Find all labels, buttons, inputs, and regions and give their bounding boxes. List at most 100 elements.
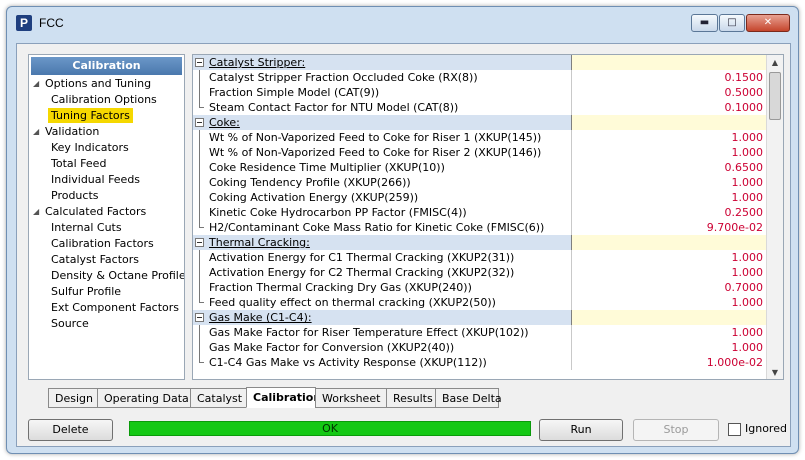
nav-item[interactable]: ◢ Options and Tuning	[29, 76, 184, 92]
tree-line	[199, 205, 200, 220]
parameter-value[interactable]: 0.5000	[571, 85, 767, 100]
grid-row: Gas Make Factor for Conversion (XKUP2(40…	[193, 340, 783, 355]
nav-item[interactable]: Internal Cuts	[29, 220, 184, 236]
expand-arrow-icon[interactable]: ◢	[33, 204, 39, 220]
parameter-label: C1-C4 Gas Make vs Activity Response (XKU…	[209, 356, 487, 369]
nav-item[interactable]: Sulfur Profile	[29, 284, 184, 300]
parameter-value[interactable]: 1.000	[571, 340, 767, 355]
parameter-value[interactable]: 1.000	[571, 145, 767, 160]
minimize-button[interactable]: ▬	[691, 14, 718, 32]
tab-worksheet[interactable]: Worksheet	[315, 388, 387, 408]
nav-item[interactable]: Calibration Factors	[29, 236, 184, 252]
tab-operating-data[interactable]: Operating Data	[97, 388, 191, 408]
nav-item[interactable]: ◢ Calculated Factors	[29, 204, 184, 220]
ignored-checkbox[interactable]	[728, 423, 741, 436]
delete-button[interactable]: Delete	[28, 419, 113, 441]
title-bar[interactable]: P FCC ▬ □ ✕	[7, 7, 798, 39]
parameter-label: Steam Contact Factor for NTU Model (CAT(…	[209, 101, 459, 114]
parameter-value[interactable]: 1.000	[571, 265, 767, 280]
grid-row: Gas Make Factor for Riser Temperature Ef…	[193, 325, 783, 340]
nav-item-label: Source	[51, 317, 89, 330]
collapse-icon[interactable]	[195, 313, 204, 322]
scroll-thumb[interactable]	[769, 72, 781, 120]
window-title: FCC	[39, 16, 64, 30]
parameter-value[interactable]: 1.000	[571, 295, 767, 310]
tab-results[interactable]: Results	[386, 388, 436, 408]
nav-item[interactable]: Calibration Options	[29, 92, 184, 108]
tree-line	[199, 340, 200, 355]
nav-item[interactable]: Products	[29, 188, 184, 204]
tab-calibration[interactable]: Calibration	[246, 387, 321, 408]
expand-arrow-icon[interactable]: ◢	[33, 76, 39, 92]
nav-item[interactable]: Density & Octane Profiles	[29, 268, 184, 284]
nav-item[interactable]: ◢ Validation	[29, 124, 184, 140]
parameter-value[interactable]: 1.000	[571, 175, 767, 190]
section-header[interactable]: Catalyst Stripper:	[193, 55, 783, 70]
section-header[interactable]: Thermal Cracking:	[193, 235, 783, 250]
nav-item[interactable]: Source	[29, 316, 184, 332]
nav-item-label: Internal Cuts	[51, 221, 122, 234]
tree-line	[199, 160, 200, 175]
nav-item[interactable]: Tuning Factors	[29, 108, 184, 124]
nav-item[interactable]: Catalyst Factors	[29, 252, 184, 268]
grid-row: Steam Contact Factor for NTU Model (CAT(…	[193, 100, 783, 115]
parameter-value[interactable]: 0.7000	[571, 280, 767, 295]
parameter-label: H2/Contaminant Coke Mass Ratio for Kinet…	[209, 221, 545, 234]
parameter-value[interactable]: 0.1000	[571, 100, 767, 115]
parameter-value[interactable]: 0.1500	[571, 70, 767, 85]
run-button[interactable]: Run	[539, 419, 623, 441]
fcc-window: P FCC ▬ □ ✕ Calibration ◢ Options and Tun…	[6, 6, 799, 454]
nav-item-label: Individual Feeds	[51, 173, 141, 186]
parameter-label: Coking Activation Energy (XKUP(259))	[209, 191, 419, 204]
expand-arrow-icon[interactable]: ◢	[33, 124, 39, 140]
nav-item[interactable]: Key Indicators	[29, 140, 184, 156]
section-title: Gas Make (C1-C4):	[209, 311, 312, 324]
tree-line	[199, 227, 204, 228]
scroll-up-icon[interactable]: ▲	[767, 55, 783, 71]
stop-button[interactable]: Stop	[633, 419, 719, 441]
parameter-value[interactable]: 0.2500	[571, 205, 767, 220]
nav-item[interactable]: Total Feed	[29, 156, 184, 172]
close-button[interactable]: ✕	[746, 14, 790, 32]
section-header[interactable]: Gas Make (C1-C4):	[193, 310, 783, 325]
tab-design[interactable]: Design	[48, 388, 98, 408]
nav-item-label: Catalyst Factors	[51, 253, 139, 266]
grid-row: Coking Activation Energy (XKUP(259)) 1.00…	[193, 190, 783, 205]
parameter-label: Catalyst Stripper Fraction Occluded Coke…	[209, 71, 478, 84]
grid-row: Coke Residence Time Multiplier (XKUP(10)…	[193, 160, 783, 175]
nav-item[interactable]: Individual Feeds	[29, 172, 184, 188]
parameter-value[interactable]: 9.700e-02	[571, 220, 767, 235]
tab-catalyst[interactable]: Catalyst	[190, 388, 247, 408]
parameter-value[interactable]: 1.000	[571, 325, 767, 340]
tab-base-delta[interactable]: Base Delta	[435, 388, 502, 408]
tree-line	[199, 265, 200, 280]
grid-row: Kinetic Coke Hydrocarbon PP Factor (FMIS…	[193, 205, 783, 220]
nav-item-label: Density & Octane Profiles	[51, 269, 184, 282]
grid-row: Wt % of Non-Vaporized Feed to Coke for R…	[193, 130, 783, 145]
minimize-icon: ▬	[699, 17, 710, 28]
scroll-down-icon[interactable]: ▼	[767, 365, 783, 379]
vertical-scrollbar[interactable]: ▲ ▼	[766, 55, 783, 379]
parameter-value[interactable]: 1.000e-02	[571, 355, 767, 370]
maximize-button[interactable]: □	[719, 14, 745, 32]
collapse-icon[interactable]	[195, 238, 204, 247]
parameter-label: Coke Residence Time Multiplier (XKUP(10)…	[209, 161, 445, 174]
parameter-value[interactable]: 1.000	[571, 250, 767, 265]
parameter-label: Fraction Thermal Cracking Dry Gas (XKUP(…	[209, 281, 472, 294]
grid-row: Activation Energy for C2 Thermal Crackin…	[193, 265, 783, 280]
grid-row: C1-C4 Gas Make vs Activity Response (XKU…	[193, 355, 783, 370]
collapse-icon[interactable]	[195, 58, 204, 67]
parameter-label: Activation Energy for C1 Thermal Crackin…	[209, 251, 515, 264]
grid-row: Coking Tendency Profile (XKUP(266)) 1.000	[193, 175, 783, 190]
grid-row: Feed quality effect on thermal cracking …	[193, 295, 783, 310]
collapse-icon[interactable]	[195, 118, 204, 127]
parameter-label: Fraction Simple Model (CAT(9))	[209, 86, 380, 99]
nav-item[interactable]: Ext Component Factors	[29, 300, 184, 316]
section-header[interactable]: Coke:	[193, 115, 783, 130]
tree-line	[199, 362, 204, 363]
parameter-value[interactable]: 0.6500	[571, 160, 767, 175]
parameter-value[interactable]: 1.000	[571, 190, 767, 205]
parameter-label: Wt % of Non-Vaporized Feed to Coke for R…	[209, 146, 542, 159]
parameter-value[interactable]: 1.000	[571, 130, 767, 145]
parameter-label: Activation Energy for C2 Thermal Crackin…	[209, 266, 515, 279]
